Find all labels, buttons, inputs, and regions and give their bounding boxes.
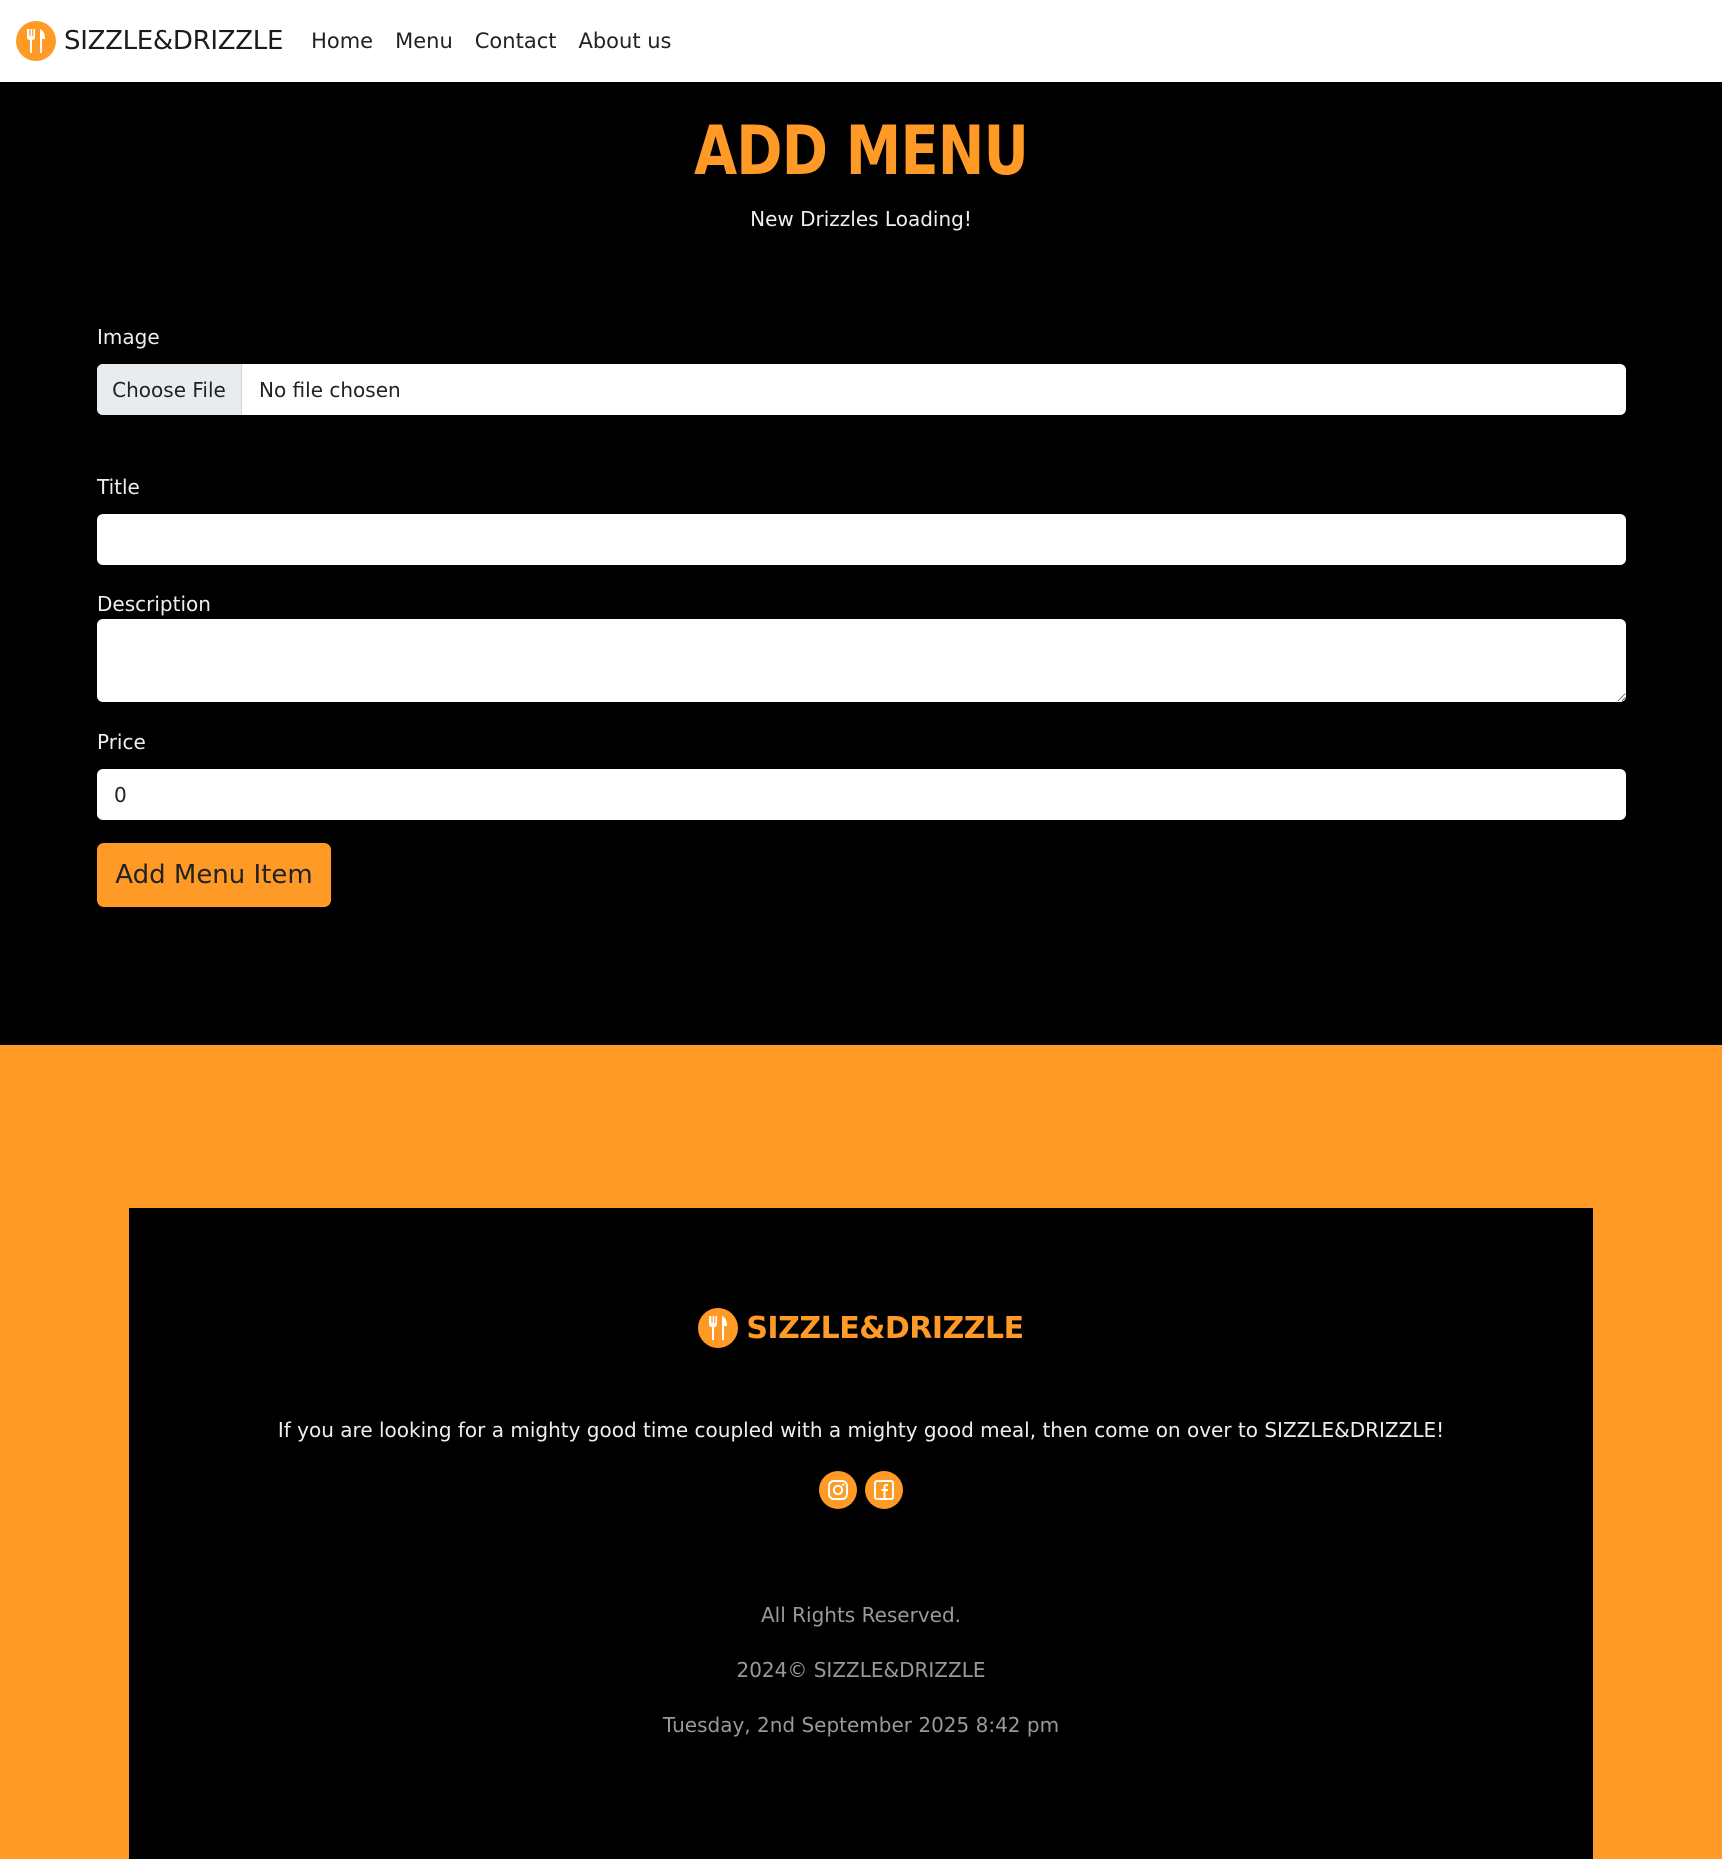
add-menu-section: ADD MENU New Drizzles Loading! Image Cho… [0, 82, 1722, 1045]
image-label: Image [97, 325, 160, 349]
nav-link-contact[interactable]: Contact [475, 29, 557, 53]
footer-brand-name: SIZZLE&DRIZZLE [746, 1310, 1024, 1346]
add-menu-item-button[interactable]: Add Menu Item [97, 843, 331, 907]
datetime-text: Tuesday, 2nd September 2025 8:42 pm [662, 1713, 1060, 1737]
choose-file-button[interactable]: Choose File [97, 364, 242, 415]
facebook-icon[interactable] [865, 1471, 903, 1509]
page-subtitle: New Drizzles Loading! [750, 207, 972, 231]
footer-brand: SIZZLE&DRIZZLE [129, 1308, 1593, 1348]
footer: SIZZLE&DRIZZLE If you are looking for a … [0, 1045, 1722, 1859]
price-input[interactable] [97, 769, 1626, 820]
social-links [129, 1471, 1593, 1509]
utensils-logo-icon [698, 1308, 739, 1348]
brand-link[interactable]: SIZZLE&DRIZZLE [16, 21, 283, 61]
price-label: Price [97, 730, 146, 754]
page-title: ADD MENU [693, 112, 1029, 191]
image-file-input[interactable]: Choose File No file chosen [97, 364, 1626, 415]
nav-links: Home Menu Contact About us [311, 29, 693, 53]
title-label: Title [97, 475, 140, 499]
footer-panel: SIZZLE&DRIZZLE If you are looking for a … [129, 1208, 1593, 1859]
file-status: No file chosen [259, 377, 401, 402]
nav-link-about[interactable]: About us [578, 29, 671, 53]
rights-text: All Rights Reserved. [760, 1603, 962, 1627]
description-textarea[interactable] [97, 619, 1626, 702]
utensils-logo-icon [16, 21, 56, 61]
brand-name: SIZZLE&DRIZZLE [64, 26, 284, 56]
instagram-icon[interactable] [819, 1471, 857, 1509]
footer-tagline: If you are looking for a mighty good tim… [277, 1418, 1445, 1442]
title-input[interactable] [97, 514, 1626, 565]
nav-link-home[interactable]: Home [311, 29, 373, 53]
copyright-text: 2024© SIZZLE&DRIZZLE [736, 1658, 986, 1682]
navbar: SIZZLE&DRIZZLE Home Menu Contact About u… [0, 0, 1722, 82]
nav-link-menu[interactable]: Menu [395, 29, 453, 53]
description-label: Description [97, 592, 211, 616]
